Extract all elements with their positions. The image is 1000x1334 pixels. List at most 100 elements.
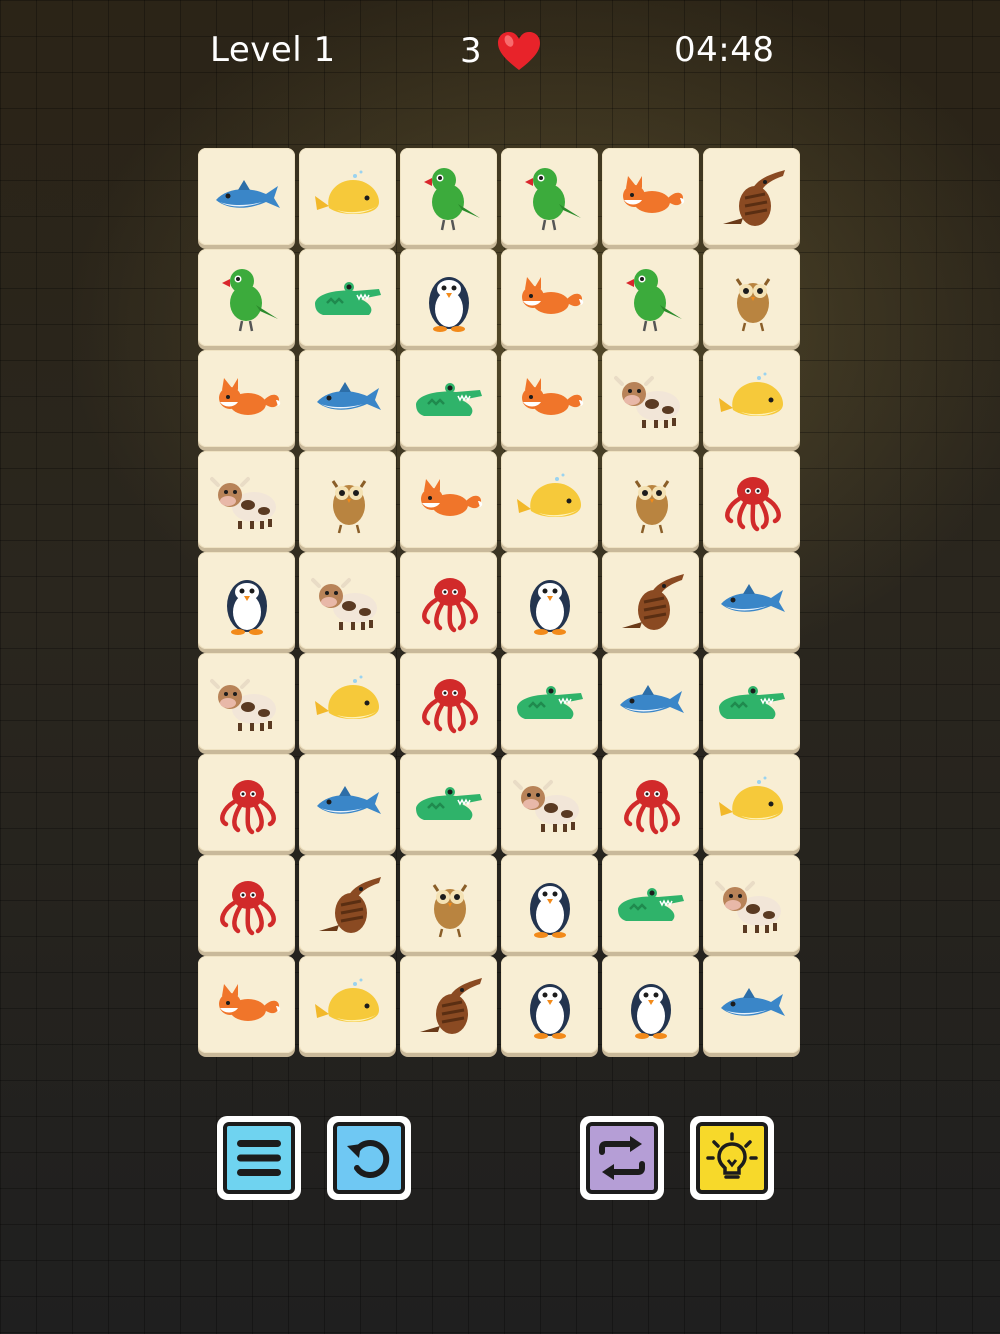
shuffle-button[interactable] — [580, 1116, 664, 1200]
undo-button[interactable] — [327, 1116, 411, 1200]
cow-icon — [613, 375, 680, 428]
tile-parrot[interactable] — [501, 148, 598, 245]
tile-fox[interactable] — [198, 350, 295, 447]
tile-board — [198, 148, 804, 1057]
tile-fox[interactable] — [501, 350, 598, 447]
tile-fox[interactable] — [501, 249, 598, 346]
tile-cow[interactable] — [703, 855, 800, 952]
shark-icon — [720, 583, 785, 612]
fox-icon — [218, 983, 280, 1021]
tile-shark[interactable] — [299, 754, 396, 851]
tile-cow[interactable] — [602, 350, 699, 447]
tile-fox[interactable] — [400, 451, 497, 548]
parrot-icon — [221, 268, 278, 331]
tile-shark[interactable] — [198, 148, 295, 245]
anteater-icon — [318, 876, 381, 933]
parrot-icon — [423, 167, 480, 230]
whale-icon — [314, 675, 379, 719]
tile-penguin[interactable] — [400, 249, 497, 346]
octopus-icon — [724, 476, 781, 531]
tile-octopus[interactable] — [602, 754, 699, 851]
tile-parrot[interactable] — [602, 249, 699, 346]
anteater-icon — [419, 977, 482, 1034]
tile-crocodile[interactable] — [400, 350, 497, 447]
tile-whale[interactable] — [299, 653, 396, 750]
hint-button[interactable] — [690, 1116, 774, 1200]
tile-octopus[interactable] — [400, 653, 497, 750]
tile-crocodile[interactable] — [602, 855, 699, 952]
tile-octopus[interactable] — [400, 552, 497, 649]
shark-icon — [720, 987, 785, 1016]
crocodile-icon — [314, 281, 381, 315]
crocodile-icon — [516, 685, 583, 719]
octopus-icon — [623, 779, 680, 834]
cow-icon — [310, 577, 377, 630]
lives-count: 3 — [460, 31, 483, 71]
tile-whale[interactable] — [501, 451, 598, 548]
whale-icon — [718, 372, 783, 416]
lightbulb-icon — [706, 1132, 758, 1179]
tile-shark[interactable] — [299, 350, 396, 447]
crocodile-icon — [718, 685, 785, 719]
owl-icon — [634, 479, 669, 533]
heart-icon — [498, 32, 541, 70]
tile-shark[interactable] — [703, 956, 800, 1053]
shark-icon — [316, 381, 381, 410]
tile-owl[interactable] — [703, 249, 800, 346]
anteater-icon — [722, 169, 785, 226]
tile-crocodile[interactable] — [400, 754, 497, 851]
menu-button[interactable] — [217, 1116, 301, 1200]
tile-fox[interactable] — [198, 956, 295, 1053]
tile-whale[interactable] — [299, 148, 396, 245]
tile-shark[interactable] — [602, 653, 699, 750]
tile-cow[interactable] — [198, 653, 295, 750]
tile-penguin[interactable] — [501, 956, 598, 1053]
shark-icon — [619, 684, 684, 713]
tile-penguin[interactable] — [501, 552, 598, 649]
penguin-icon — [428, 276, 469, 332]
tile-whale[interactable] — [299, 956, 396, 1053]
fox-icon — [420, 478, 482, 516]
tile-crocodile[interactable] — [703, 653, 800, 750]
tile-penguin[interactable] — [198, 552, 295, 649]
owl-icon — [331, 479, 366, 533]
lives-counter: 3 — [460, 30, 542, 72]
fox-icon — [521, 377, 583, 415]
whale-icon — [314, 170, 379, 214]
undo-icon — [347, 1140, 390, 1178]
tile-penguin[interactable] — [602, 956, 699, 1053]
timer: 04:48 — [674, 30, 775, 70]
tile-anteater[interactable] — [299, 855, 396, 952]
penguin-icon — [226, 579, 267, 635]
tile-owl[interactable] — [400, 855, 497, 952]
penguin-icon — [529, 882, 570, 938]
tile-octopus[interactable] — [198, 754, 295, 851]
tile-cow[interactable] — [198, 451, 295, 548]
fox-icon — [521, 276, 583, 314]
tile-crocodile[interactable] — [299, 249, 396, 346]
fox-icon — [622, 175, 684, 213]
whale-icon — [314, 978, 379, 1022]
level-label: Level 1 — [210, 30, 336, 70]
tile-parrot[interactable] — [198, 249, 295, 346]
tile-penguin[interactable] — [501, 855, 598, 952]
tile-fox[interactable] — [602, 148, 699, 245]
tile-owl[interactable] — [602, 451, 699, 548]
tile-anteater[interactable] — [400, 956, 497, 1053]
tile-crocodile[interactable] — [501, 653, 598, 750]
penguin-icon — [529, 579, 570, 635]
cow-icon — [714, 880, 781, 933]
tile-cow[interactable] — [501, 754, 598, 851]
tile-octopus[interactable] — [703, 451, 800, 548]
tile-anteater[interactable] — [602, 552, 699, 649]
tile-shark[interactable] — [703, 552, 800, 649]
tile-whale[interactable] — [703, 350, 800, 447]
whale-icon — [718, 776, 783, 820]
penguin-icon — [529, 983, 570, 1039]
tile-owl[interactable] — [299, 451, 396, 548]
tile-octopus[interactable] — [198, 855, 295, 952]
tile-parrot[interactable] — [400, 148, 497, 245]
tile-whale[interactable] — [703, 754, 800, 851]
tile-anteater[interactable] — [703, 148, 800, 245]
tile-cow[interactable] — [299, 552, 396, 649]
